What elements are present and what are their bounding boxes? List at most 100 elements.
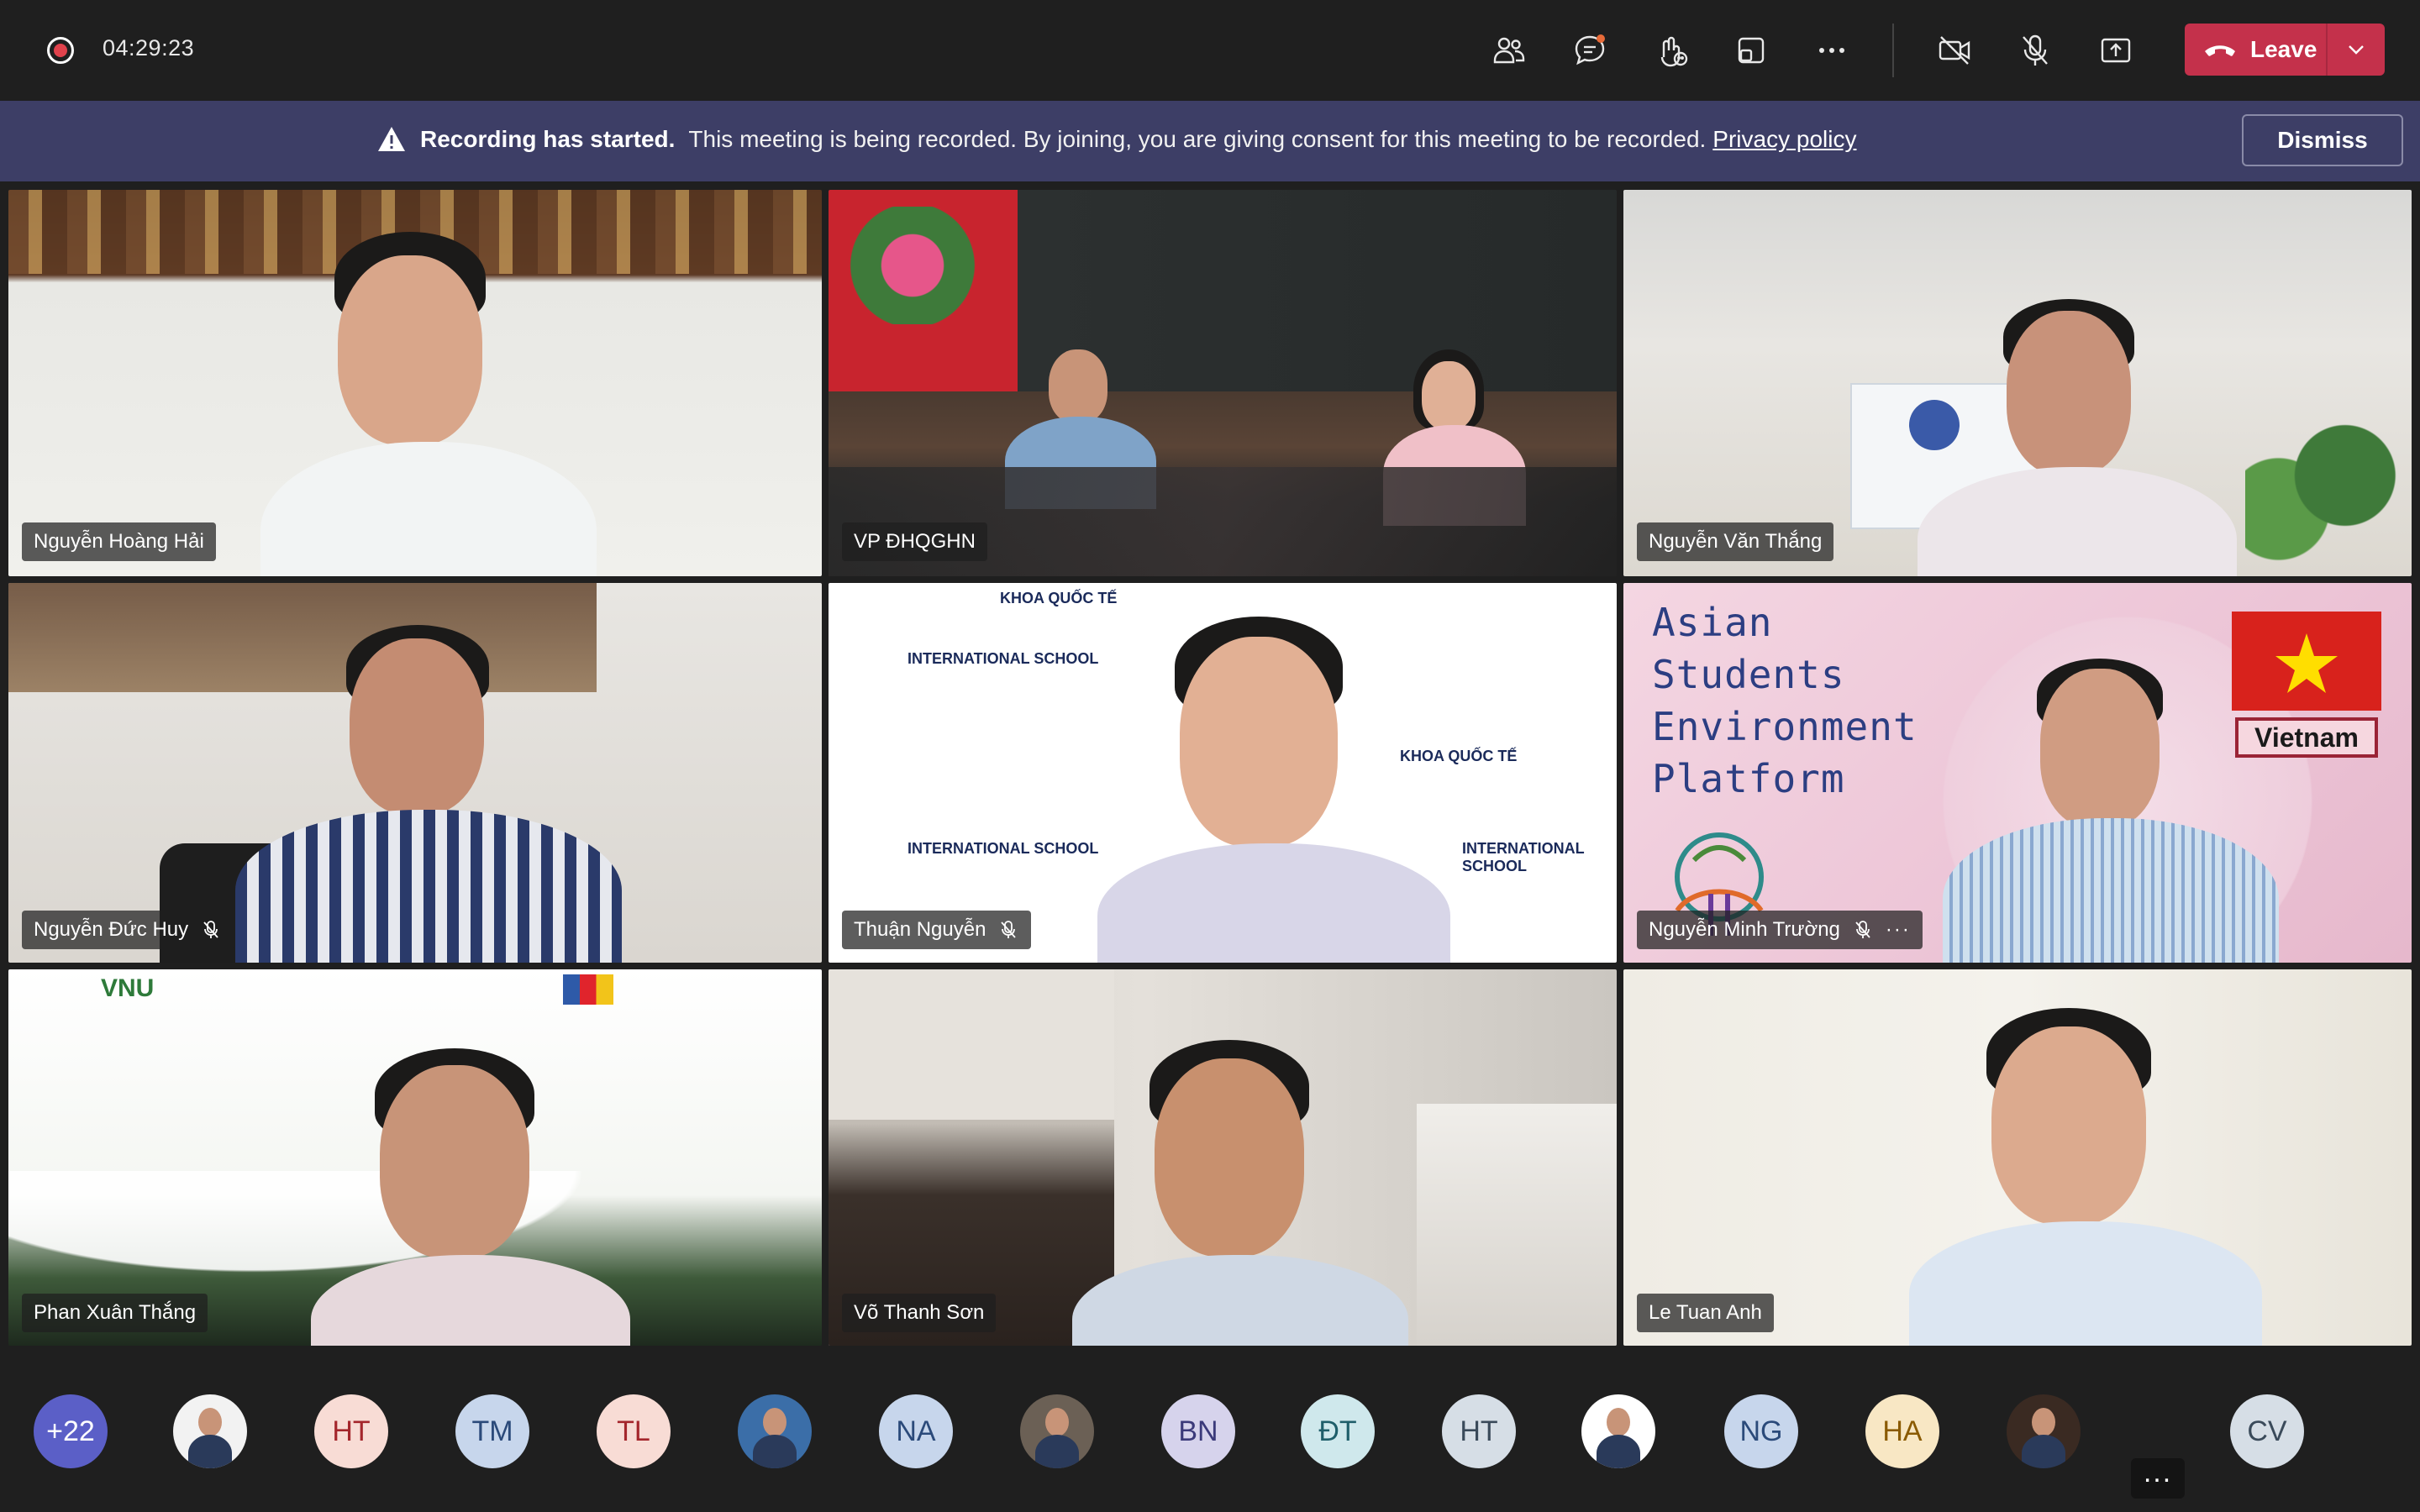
toolbar-divider [1892,24,1894,77]
participant-name: Nguyễn Văn Thắng [1649,530,1823,553]
participant-avatar[interactable]: HT [314,1394,388,1468]
avatar-initials: NA [896,1415,936,1447]
video-tile-nguyen-duc-huy[interactable]: Nguyễn Đức Huy [8,583,822,963]
video-tile-nguyen-van-thang[interactable]: Nguyễn Văn Thắng [1623,190,2412,576]
video-tile-thuan-nguyen[interactable]: INTERNATIONAL SCHOOL INTERNATIONAL SCHOO… [829,583,1617,963]
avatar-initials: +22 [46,1415,95,1447]
avatar-photo-head [2032,1408,2055,1436]
vnu-logo-text: VNU [101,974,155,1002]
participant-avatar-photo[interactable] [1020,1394,1094,1468]
video-tile-vp-dhqghn[interactable]: VP ĐHQGHN [829,190,1617,576]
meeting-toolbar: 04:29:23 Leave [0,0,2420,101]
participant-video [1892,1003,2329,1346]
school-logo-text: INTERNATIONAL SCHOOL [908,840,1099,857]
avatar-initials: CV [2247,1415,2287,1447]
participant-name: Le Tuan Anh [1649,1301,1762,1324]
participant-name: Nguyễn Minh Trường [1649,918,1840,941]
avatar-initials: NG [1739,1415,1783,1447]
avatar-photo-body [2022,1435,2065,1468]
avatar-photo-body [1597,1435,1640,1468]
participant-name-tag: Le Tuan Anh [1637,1294,1774,1332]
participant-name-tag: Nguyễn Minh Trường ··· [1637,911,1923,949]
participant-avatar[interactable]: NG [1724,1394,1798,1468]
react-icon[interactable] [1645,25,1696,76]
participant-avatar[interactable]: TL [597,1394,671,1468]
participant-avatar[interactable]: BN [1161,1394,1235,1468]
chat-icon[interactable] [1565,25,1615,76]
camera-off-icon[interactable] [1929,25,1980,76]
participant-avatar-photo[interactable] [173,1394,247,1468]
video-tile-vo-thanh-son[interactable]: Võ Thanh Sơn [829,969,1617,1346]
more-icon[interactable] [1807,25,1857,76]
chevron-down-icon [2349,45,2364,55]
participant-avatar[interactable]: ĐT [1301,1394,1375,1468]
leave-button[interactable]: Leave [2185,24,2385,76]
participant-avatar[interactable]: HT [1442,1394,1516,1468]
leave-label: Leave [2250,36,2317,62]
participant-name-tag: Võ Thanh Sơn [842,1294,997,1332]
video-tile-nguyen-minh-truong[interactable]: Asian Students Environment Platform Viet… [1623,583,2412,963]
participant-avatar-photo[interactable] [1581,1394,1655,1468]
avatar-photo-body [753,1435,797,1468]
people-icon[interactable] [1484,25,1534,76]
participant-video [227,617,697,963]
banner-title: Recording has started. [420,126,676,152]
participant-avatar[interactable]: HA [1865,1394,1939,1468]
avatar-photo-head [1607,1408,1630,1436]
hang-up-icon [2205,45,2235,56]
more-participants-button[interactable]: ... [2131,1458,2185,1499]
participant-avatar[interactable]: TM [455,1394,529,1468]
participant-name: Võ Thanh Sơn [854,1301,985,1324]
more-icon[interactable]: ··· [1886,918,1911,942]
avatar-initials: BN [1178,1415,1218,1447]
share-screen-icon[interactable] [2091,25,2141,76]
participant-name: VP ĐHQGHN [854,530,976,553]
avatar-initials: HT [1460,1415,1498,1447]
participant-name-tag: Thuận Nguyễn [842,911,1032,949]
banner-message: This meeting is being recorded. By joini… [688,126,1707,152]
video-tile-nguyen-hoang-hai[interactable]: Nguyễn Hoàng Hải [8,190,822,576]
participant-name-tag: Nguyễn Hoàng Hải [22,522,216,561]
avatar-photo-head [1045,1408,1069,1436]
share-view-icon[interactable] [1726,25,1776,76]
warning-icon [378,127,405,151]
avatar-photo-body [188,1435,232,1468]
mic-off-icon[interactable] [2010,25,2060,76]
participant-name-tag: Phan Xuân Thắng [22,1294,208,1332]
leave-options-button[interactable] [2328,24,2385,76]
school-logo-text: INTERNATIONAL SCHOOL [908,650,1099,667]
dismiss-button[interactable]: Dismiss [2242,114,2403,166]
mic-off-icon [1001,921,1017,938]
video-tile-le-tuan-anh[interactable]: Le Tuan Anh [1623,969,2412,1346]
recording-indicator-icon [47,37,74,64]
participant-video [260,207,681,576]
privacy-policy-link[interactable]: Privacy policy [1712,126,1856,153]
video-tile-phan-xuan-thang[interactable]: VNU Phan Xuân Thắng [8,969,822,1346]
participant-video [1926,650,2396,963]
avatar-photo-head [763,1408,786,1436]
avatar-initials: HA [1882,1415,1923,1447]
participant-video [294,1045,697,1346]
participant-avatar[interactable]: +22 [34,1394,108,1468]
avatar-initials: TM [471,1415,513,1447]
asep-line: Students [1652,652,1845,697]
participant-name: Phan Xuân Thắng [34,1301,197,1324]
avatar-initials: TL [617,1415,650,1447]
participant-avatar[interactable]: CV [2230,1394,2304,1468]
avatar-photo-head [198,1408,222,1436]
participant-name: Nguyễn Hoàng Hải [34,530,204,553]
participant-avatar-photo[interactable] [738,1394,812,1468]
participant-name: Nguyễn Đức Huy [34,918,189,941]
participant-video [1081,600,1501,963]
participant-name-tag: Nguyễn Văn Thắng [1637,522,1834,561]
participant-avatar-photo[interactable] [2007,1394,2081,1468]
avatar-initials: ĐT [1318,1415,1357,1447]
participant-video [1901,291,2270,576]
participant-avatar[interactable]: NA [879,1394,953,1468]
asep-title: Asian Students Environment Platform [1652,596,1918,805]
participant-name-tag: VP ĐHQGHN [842,522,987,561]
avatar-photo-body [1035,1435,1079,1468]
asep-line: Environment [1652,704,1918,749]
leave-main[interactable]: Leave [2185,24,2326,76]
mic-off-icon [1855,921,1870,938]
